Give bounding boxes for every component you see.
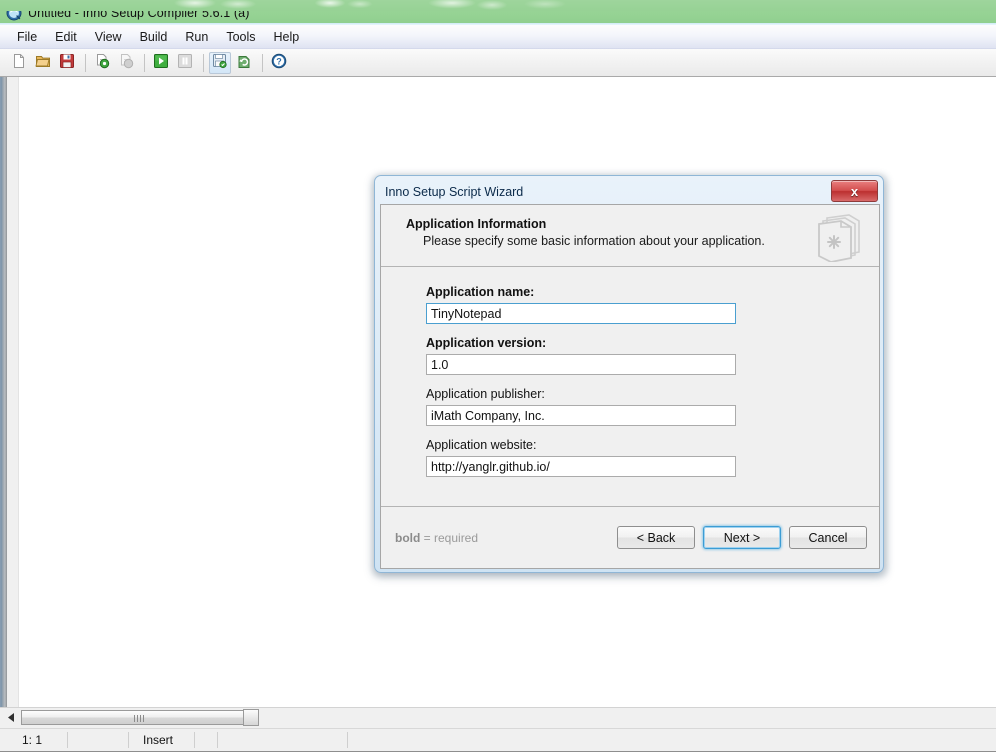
dialog-header-title: Application Information: [406, 217, 547, 231]
dialog-header-subtitle: Please specify some basic information ab…: [423, 234, 765, 248]
menu-item-view[interactable]: View: [86, 27, 131, 47]
pause-button[interactable]: [174, 52, 196, 74]
required-field-note: bold = required: [395, 531, 478, 545]
application-website-input[interactable]: [426, 456, 736, 477]
dialog-footer: bold = required < Back Next > Cancel: [381, 506, 879, 568]
scrollbar-end-box[interactable]: [243, 709, 259, 726]
cancel-button[interactable]: Cancel: [789, 526, 867, 549]
run-play-icon: [153, 53, 169, 72]
menu-item-build[interactable]: Build: [131, 27, 177, 47]
application-publisher-label: Application publisher:: [426, 387, 545, 401]
svg-text:?: ?: [276, 57, 282, 67]
menu-item-file[interactable]: File: [8, 27, 46, 47]
application-website-label: Application website:: [426, 438, 537, 452]
dialog-button-group: < Back Next > Cancel: [617, 526, 867, 549]
inno-setup-compiler-window: Untitled - Inno Setup Compiler 5.6.1 (a)…: [0, 0, 996, 752]
scroll-left-arrow-icon[interactable]: [4, 710, 19, 725]
scrollbar-grip-icon: [133, 711, 145, 725]
open-folder-icon: [35, 53, 51, 72]
compile-icon: [94, 53, 110, 72]
save-floppy-icon: [59, 53, 75, 72]
stop-compile-button[interactable]: [115, 52, 137, 74]
editor-left-edge: [0, 77, 7, 707]
refresh-icon: [236, 53, 252, 72]
status-cursor-position: 1: 1: [22, 733, 43, 747]
dialog-content: Application name: Application version: A…: [381, 267, 879, 506]
inno-setup-app-icon: [6, 5, 22, 21]
toolbar-separator: [262, 53, 263, 72]
stop-compile-icon: [118, 53, 134, 72]
run-button[interactable]: [150, 52, 172, 74]
toolbar-separator: [85, 53, 86, 72]
dialog-header: Application Information Please specify s…: [381, 205, 879, 267]
titlebar-underline: [0, 23, 996, 25]
required-note-bold: bold: [395, 530, 421, 545]
open-file-button[interactable]: [32, 52, 54, 74]
new-file-icon: [11, 53, 27, 72]
help-question-icon: ?: [271, 53, 287, 72]
statusbar: 1: 1 Insert: [0, 728, 996, 752]
menubar: File Edit View Build Run Tools Help: [0, 25, 996, 49]
required-note-rest: = required: [420, 530, 479, 545]
compile-button[interactable]: [91, 52, 113, 74]
refresh-button[interactable]: [233, 52, 255, 74]
horizontal-scrollbar-track[interactable]: [21, 710, 257, 725]
statusbar-divider: [217, 732, 218, 748]
inno-setup-script-wizard-dialog: Inno Setup Script Wizard x Application I…: [374, 175, 884, 573]
dialog-body: Application Information Please specify s…: [380, 204, 880, 569]
menu-item-run[interactable]: Run: [176, 27, 217, 47]
horizontal-scrollbar[interactable]: [0, 707, 996, 727]
menu-item-edit[interactable]: Edit: [46, 27, 86, 47]
save-file-button[interactable]: [56, 52, 78, 74]
application-version-input[interactable]: [426, 354, 736, 375]
dialog-title: Inno Setup Script Wizard: [385, 184, 524, 199]
pause-icon: [177, 53, 193, 72]
statusbar-divider: [347, 732, 348, 748]
horizontal-scrollbar-thumb[interactable]: [21, 710, 257, 725]
close-icon: x: [850, 183, 859, 199]
application-publisher-input[interactable]: [426, 405, 736, 426]
statusbar-divider: [128, 732, 129, 748]
menu-item-help[interactable]: Help: [265, 27, 309, 47]
application-name-input[interactable]: [426, 303, 736, 324]
status-insert-mode: Insert: [143, 733, 174, 747]
toolbar-separator: [203, 53, 204, 72]
toolbar-separator: [144, 53, 145, 72]
window-title: Untitled - Inno Setup Compiler 5.6.1 (a): [28, 5, 250, 20]
wizard-pages-icon: [815, 212, 863, 263]
script-wizard-button[interactable]: [209, 51, 231, 74]
editor-gutter: [7, 77, 19, 707]
menu-item-tools[interactable]: Tools: [217, 27, 264, 47]
toolbar: ?: [0, 49, 996, 77]
statusbar-divider: [194, 732, 195, 748]
window-titlebar: Untitled - Inno Setup Compiler 5.6.1 (a): [0, 0, 996, 25]
script-wizard-icon: [212, 53, 228, 72]
help-button[interactable]: ?: [268, 52, 290, 74]
back-button[interactable]: < Back: [617, 526, 695, 549]
statusbar-divider: [67, 732, 68, 748]
application-version-label: Application version:: [426, 336, 547, 350]
dialog-close-button[interactable]: x: [831, 180, 878, 202]
next-button[interactable]: Next >: [703, 526, 781, 549]
new-file-button[interactable]: [8, 52, 30, 74]
application-name-label: Application name:: [426, 285, 535, 299]
dialog-titlebar: Inno Setup Script Wizard x: [378, 179, 880, 204]
